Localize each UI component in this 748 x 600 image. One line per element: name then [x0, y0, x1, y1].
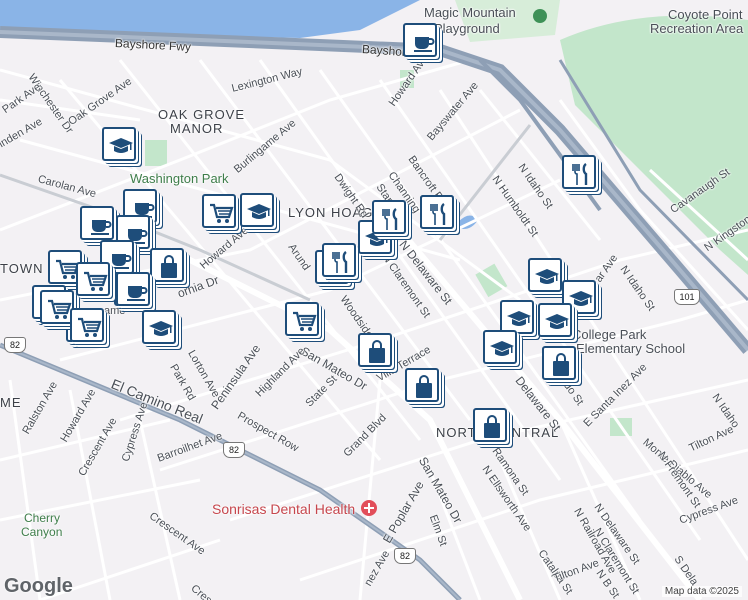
manor-label: MANOR	[170, 121, 224, 136]
shopping-bag-icon	[484, 415, 500, 438]
map-marker-restaurant[interactable]	[322, 243, 356, 277]
coyote-point-label[interactable]: Coyote Point	[668, 8, 742, 21]
route-82-shield: 82	[394, 548, 416, 564]
shopping-bag-icon	[416, 375, 432, 398]
map[interactable]: 82 82 82 101 Bayshore Fwy Bayshore Fwy M…	[0, 0, 748, 600]
ame-label: ame	[104, 305, 126, 317]
map-marker-school[interactable]	[142, 310, 176, 344]
shopping-cart-icon	[293, 311, 317, 331]
shopping-cart-icon	[48, 299, 72, 319]
shopping-bag-icon	[553, 353, 569, 376]
elementary-school-label[interactable]: Elementary School	[576, 342, 685, 355]
school-icon	[535, 269, 559, 284]
map-marker-bag[interactable]	[150, 248, 184, 282]
map-marker-cart[interactable]	[40, 290, 74, 324]
route-82-shield: 82	[223, 442, 245, 458]
playground-label[interactable]: Playground	[434, 22, 500, 35]
restaurant-icon	[382, 208, 398, 230]
map-marker-restaurant[interactable]	[372, 200, 406, 234]
washington-park-label[interactable]: Washington Park	[130, 172, 229, 185]
shopping-cart-icon	[210, 203, 234, 223]
me-label: ME	[0, 395, 22, 410]
map-marker-school[interactable]	[240, 193, 274, 227]
restaurant-icon	[572, 163, 588, 185]
map-marker-bag[interactable]	[473, 408, 507, 442]
school-icon	[109, 138, 133, 153]
map-marker-cafe[interactable]	[403, 23, 437, 57]
cherry-label: Cherry	[24, 511, 61, 525]
map-marker-cafe[interactable]	[116, 272, 150, 306]
shopping-cart-icon	[84, 271, 108, 291]
sonrisas-label[interactable]: Sonrisas Dental Health	[212, 502, 355, 516]
route-82-shield: 82	[4, 337, 26, 353]
map-marker-cart[interactable]	[202, 194, 236, 228]
cafe-icon	[414, 37, 435, 52]
town-label: TOWN	[0, 261, 44, 276]
map-marker-bag[interactable]	[405, 368, 439, 402]
map-marker-bag[interactable]	[542, 346, 576, 380]
map-marker-cart[interactable]	[285, 302, 319, 336]
school-icon	[545, 314, 569, 329]
school-icon	[507, 311, 531, 326]
recreation-area-label[interactable]: Recreation Area	[650, 22, 743, 35]
map-data-attribution[interactable]: Map data ©2025	[661, 586, 742, 597]
college-park-label[interactable]: College Park	[572, 328, 646, 341]
route-101-shield: 101	[674, 289, 700, 305]
magic-mountain-label[interactable]: Magic Mountain	[424, 6, 516, 19]
school-icon	[490, 341, 514, 356]
map-marker-school[interactable]	[528, 258, 562, 292]
map-marker-restaurant[interactable]	[562, 155, 596, 189]
map-marker-cart[interactable]	[70, 308, 104, 342]
washington-park-area	[145, 140, 167, 166]
map-marker-school[interactable]	[102, 127, 136, 161]
map-marker-school[interactable]	[538, 303, 572, 337]
cafe-icon	[91, 220, 112, 235]
map-marker-school[interactable]	[500, 300, 534, 334]
map-marker-restaurant[interactable]	[420, 195, 454, 229]
map-marker-cart[interactable]	[76, 262, 110, 296]
canyon-label: Canyon	[21, 525, 63, 539]
shopping-bag-icon	[369, 340, 385, 363]
map-marker-bag[interactable]	[358, 333, 392, 367]
oak-grove-label: OAK GROVE	[158, 107, 246, 122]
google-logo[interactable]: Google	[4, 575, 73, 598]
map-marker-school[interactable]	[483, 330, 517, 364]
cafe-icon	[127, 286, 148, 301]
school-icon	[149, 321, 173, 336]
shopping-cart-icon	[78, 317, 102, 337]
restaurant-icon	[332, 251, 348, 273]
map-marker-cafe[interactable]	[80, 206, 114, 240]
school-icon	[247, 204, 271, 219]
bayshore-fwy-label: Bayshore Fwy	[114, 36, 192, 54]
park-poi-icon	[533, 9, 547, 23]
shopping-bag-icon	[161, 255, 177, 278]
restaurant-icon	[430, 203, 446, 225]
